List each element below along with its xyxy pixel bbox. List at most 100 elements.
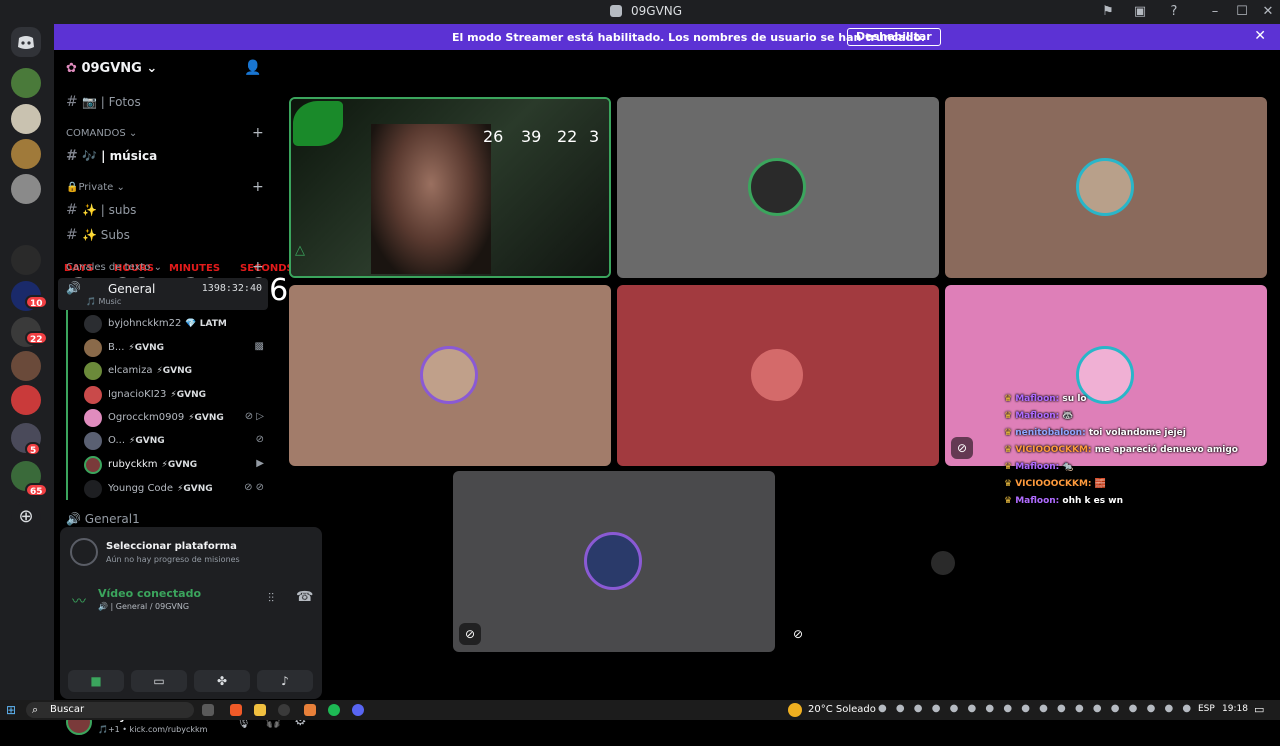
close-icon[interactable]: ✕ — [1254, 28, 1266, 44]
add-channel-icon[interactable]: + — [252, 179, 264, 195]
notification-icon[interactable]: ▭ — [1254, 703, 1264, 716]
discord-icon[interactable] — [352, 704, 364, 716]
overlay-counter: 3 — [589, 127, 600, 146]
obs-icon[interactable] — [278, 704, 290, 716]
hash-icon: # — [66, 202, 78, 218]
soundboard-button[interactable]: ♪ — [257, 670, 313, 692]
screen-share-button[interactable]: ▭ — [131, 670, 187, 692]
disconnect-icon[interactable]: ☎ — [296, 589, 313, 605]
server-icon[interactable] — [11, 245, 41, 275]
server-header[interactable]: ✿ 09GVNG ⌄ — [66, 61, 157, 76]
participant-tile[interactable] — [617, 285, 939, 466]
avatar — [84, 315, 102, 333]
server-icon[interactable] — [11, 351, 41, 381]
avatar — [84, 432, 102, 450]
chat-message: ♛ Mafloon: ohh k es wn — [1004, 496, 1123, 506]
hash-icon: # — [66, 227, 78, 243]
voice-user[interactable]: Youngg Code ⚡GVNG ⊘ ⊘ — [84, 479, 264, 499]
add-channel-icon[interactable]: + — [252, 125, 264, 141]
chevron-down-icon: ⌄ — [128, 128, 138, 139]
voice-user[interactable]: Ogrocckm0909 ⚡GVNG ⊘ ▷ — [84, 408, 264, 428]
signal-icon: 〰 — [72, 594, 86, 610]
help-icon[interactable]: ? — [1165, 3, 1183, 21]
weather-text[interactable]: 20°C Soleado — [808, 704, 876, 715]
inbox-icon[interactable]: ▣ — [1131, 3, 1149, 21]
weather-icon — [788, 703, 802, 717]
streamer-video — [371, 124, 491, 274]
voice-channel-general[interactable]: 🔊 General 1398:32:40 🎵 Music — [58, 278, 268, 310]
channel-subs-voice[interactable]: # ✨ Subs — [66, 227, 130, 243]
windows-taskbar: ⊞ ⌕ Buscar 20°C Soleado ● ● ● ● ● ● ● ● … — [0, 700, 1280, 720]
language-indicator[interactable]: ESP — [1198, 704, 1215, 714]
camera-button[interactable]: ■ — [68, 670, 124, 692]
minimize-button[interactable]: – — [1206, 3, 1224, 21]
app-logo-icon — [610, 5, 622, 17]
server-icon[interactable] — [11, 104, 41, 134]
invite-icon[interactable]: 👤 — [244, 60, 261, 76]
missions-panel[interactable]: Seleccionar plataforma Aún no hay progre… — [60, 527, 322, 579]
task-view-icon[interactable] — [202, 704, 214, 716]
discord-home-icon[interactable] — [11, 27, 41, 57]
voice-user[interactable]: O... ⚡GVNG ⊘ — [84, 431, 264, 451]
tray-icons[interactable]: ● ● ● ● ● ● ● ● ● ● ● ● ● ● ● ● ● ● — [878, 703, 1194, 714]
windows-start-icon[interactable]: ⊞ — [6, 703, 16, 717]
folder-icon[interactable] — [254, 704, 266, 716]
hash-icon: # — [66, 148, 78, 164]
participant-avatar — [584, 532, 642, 590]
voice-channel-general1[interactable]: 🔊 General1 — [66, 512, 140, 526]
chevron-down-icon: ⌄ — [116, 182, 125, 193]
noise-suppression-icon[interactable]: ⫶⫶ — [268, 591, 274, 606]
participant-tile[interactable] — [945, 97, 1267, 278]
channel-fotos[interactable]: # 📷 | Fotos — [66, 94, 141, 110]
clock[interactable]: 19:18 — [1222, 704, 1248, 714]
close-window-button[interactable]: ✕ — [1259, 3, 1277, 21]
image-icon: ▩ — [254, 341, 264, 352]
avatar — [84, 339, 102, 357]
voice-user[interactable]: elcamiza ⚡GVNG — [84, 361, 264, 381]
missions-title: Seleccionar plataforma — [106, 541, 237, 552]
app-icon[interactable] — [304, 704, 316, 716]
server-icon[interactable] — [11, 68, 41, 98]
participant-avatar — [931, 551, 955, 575]
search-icon: ⌕ — [32, 703, 39, 716]
category-comandos[interactable]: COMANDOS ⌄ — [66, 128, 137, 139]
spotify-icon[interactable] — [328, 704, 340, 716]
participant-avatar — [1076, 158, 1134, 216]
flag-icon[interactable]: ⚑ — [1099, 3, 1117, 21]
participant-avatar — [748, 158, 806, 216]
channel-subs[interactable]: # ✨ | subs — [66, 202, 136, 218]
participant-tile[interactable] — [289, 285, 611, 466]
category-text[interactable]: Canales de texto ⌄ — [66, 262, 162, 273]
chat-message: ♛ Mafloon: 🦝 — [1004, 411, 1074, 421]
voice-user[interactable]: B... ⚡GVNG ▩ — [84, 338, 264, 358]
server-icon[interactable] — [11, 139, 41, 169]
chevron-down-icon: ⌄ — [153, 262, 163, 273]
voice-user[interactable]: rubyckkm ⚡GVNG ▶ — [84, 455, 264, 475]
add-server-icon[interactable]: ⊕ — [11, 502, 41, 532]
activities-button[interactable]: ✤ — [194, 670, 250, 692]
maximize-button[interactable]: ☐ — [1233, 3, 1251, 21]
voice-channel-name: General — [108, 282, 156, 296]
video-icon: ▶ — [256, 458, 264, 469]
category-private[interactable]: 🔒Private ⌄ — [66, 182, 125, 193]
voice-user[interactable]: IgnacioKI23 ⚡GVNG — [84, 385, 264, 405]
brave-icon[interactable] — [230, 704, 242, 716]
disable-streamer-button[interactable]: Deshabilitar — [847, 28, 941, 46]
muted-deafened-icon: ⊘ — [787, 623, 809, 645]
voice-status: Vídeo conectado — [98, 587, 202, 600]
participant-tile[interactable] — [617, 97, 939, 278]
channel-musica[interactable]: # 🎶 | música — [66, 148, 157, 164]
participant-tile[interactable]: ⊘ — [453, 471, 775, 652]
server-icon[interactable] — [11, 174, 41, 204]
avatar — [84, 480, 102, 498]
taskbar-search[interactable]: ⌕ Buscar — [26, 702, 194, 718]
chat-message: ♛ nenitobaloon: toi volandome jejej — [1004, 428, 1186, 438]
server-icon[interactable] — [11, 385, 41, 415]
add-channel-icon[interactable]: + — [252, 259, 264, 275]
window-title: 09GVNG — [631, 4, 683, 18]
voice-user[interactable]: byjohnckkm22 💎 LATM — [84, 314, 264, 334]
chat-message: ♛ VICIOOOCKKM: 🧱 — [1004, 479, 1106, 489]
notification-badge: 65 — [25, 483, 48, 497]
server-icon-small: ✿ — [66, 61, 77, 76]
stream-tile-main[interactable]: 26 39 22 3 △ — [289, 97, 611, 278]
